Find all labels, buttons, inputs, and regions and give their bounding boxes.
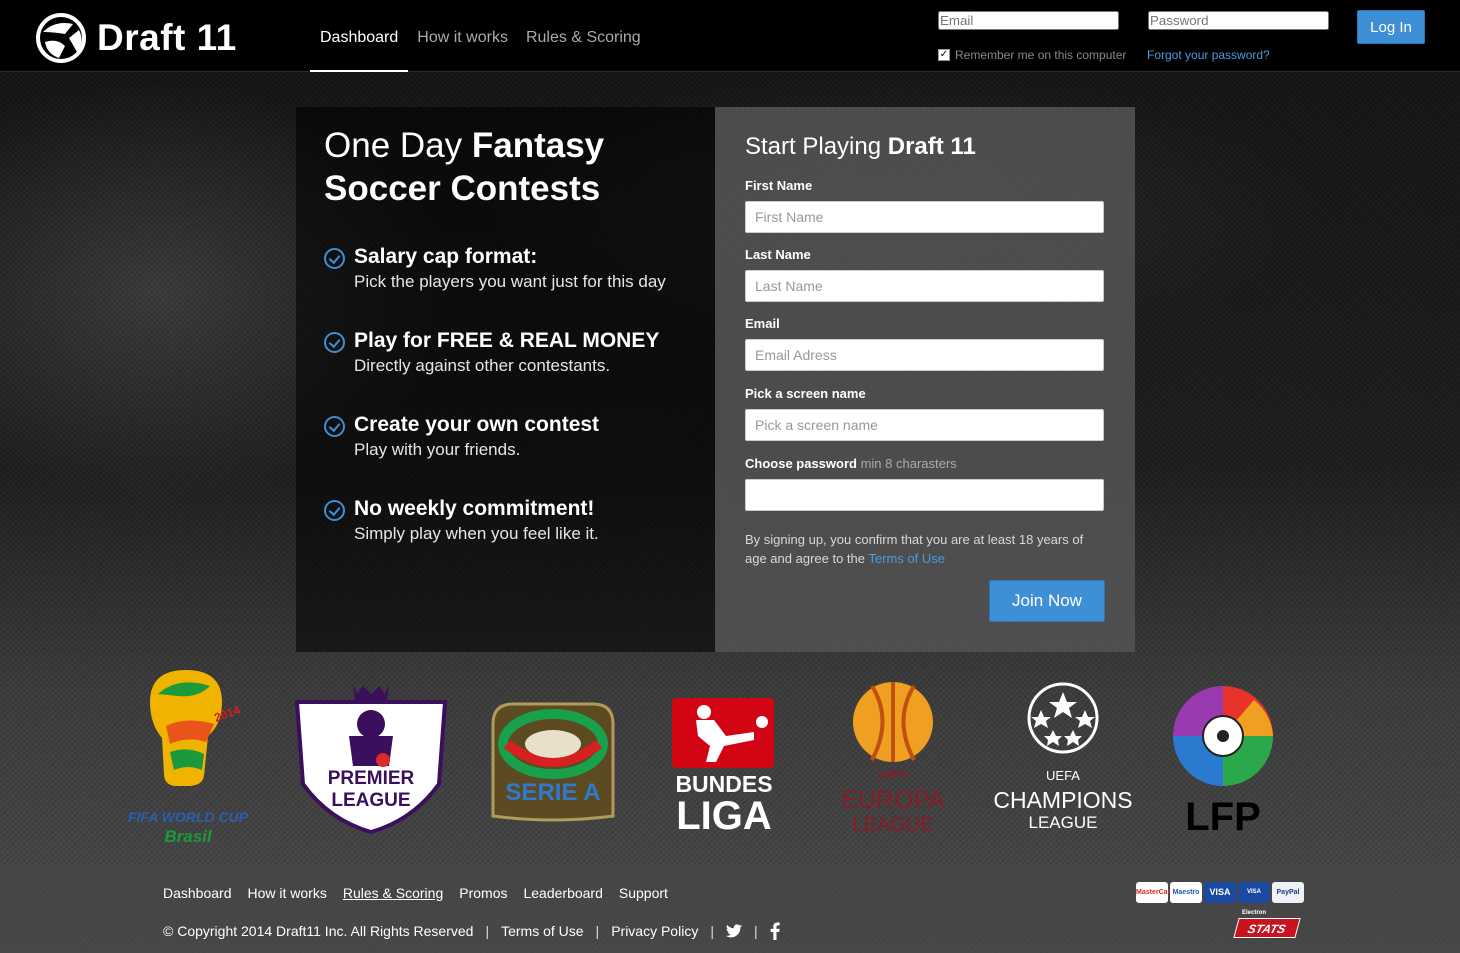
feature-title: Salary cap format: [354, 245, 538, 268]
nav-dashboard[interactable]: Dashboard [310, 0, 409, 72]
first-name-input[interactable] [745, 201, 1104, 233]
feature-desc: Play with your friends. [354, 440, 521, 459]
europa-league-logo[interactable]: UEFA EUROPA LEAGUE [834, 680, 952, 836]
check-circle-icon [324, 416, 345, 437]
headline-part-2: Fantasy [471, 126, 605, 165]
login-button[interactable]: Log In [1357, 10, 1425, 44]
separator: | [710, 923, 714, 939]
separator: | [485, 923, 490, 939]
feature-title: No weekly commitment! [354, 497, 595, 520]
feature-item: Create your own contest Play with your f… [324, 413, 599, 463]
soccer-ball-icon [36, 13, 86, 63]
stats-logo: STATS [1233, 918, 1301, 938]
cl-uefa: UEFA [1046, 768, 1080, 783]
feature-item: Salary cap format: Pick the players you … [324, 245, 666, 295]
password-label-text: Choose password [745, 456, 857, 471]
forgot-password-link[interactable]: Forgot your password? [1147, 48, 1270, 62]
serie-a-text: SERIE A [505, 779, 600, 806]
lfp-text: LFP [1185, 795, 1261, 836]
footer-copyright-row: © Copyright 2014 Draft11 Inc. All Rights… [163, 922, 780, 940]
top-header: Draft 11 Dashboard How it works Rules & … [0, 0, 1460, 72]
hero-headline: One Day Fantasy Soccer Contests [324, 124, 604, 210]
nav-how-it-works[interactable]: How it works [408, 0, 517, 72]
footer-privacy-link[interactable]: Privacy Policy [611, 923, 698, 939]
feature-desc: Directly against other contestants. [354, 356, 611, 375]
check-circle-icon [324, 332, 345, 353]
feature-desc: Pick the players you want just for this … [354, 272, 666, 291]
feature-item: No weekly commitment! Simply play when y… [324, 497, 599, 547]
footer-terms-link[interactable]: Terms of Use [501, 923, 583, 939]
wc-line-2: Brasil [164, 827, 213, 846]
headline-part-3: Soccer Contests [324, 169, 601, 208]
check-circle-icon [324, 500, 345, 521]
brand-logo[interactable]: Draft 11 [35, 12, 237, 64]
feature-title: Play for FREE & REAL MONEY [354, 329, 660, 352]
payment-methods: MasterCard Maestro VISA VISA Electron Pa… [1136, 882, 1304, 916]
serie-a-logo[interactable]: SERIE A [489, 700, 617, 824]
screen-name-label: Pick a screen name [745, 386, 866, 401]
el-line-1: EUROPA [841, 786, 945, 814]
remember-me[interactable]: ✓ Remember me on this computer [938, 48, 1126, 62]
maestro-icon: Maestro [1170, 882, 1202, 903]
paypal-icon: PayPal [1272, 882, 1304, 903]
footer-nav: Dashboard How it works Rules & Scoring P… [163, 885, 684, 901]
password-hint: min 8 charasters [860, 456, 957, 471]
feature-item: Play for FREE & REAL MONEY Directly agai… [324, 329, 659, 379]
footer-link-rules-scoring[interactable]: Rules & Scoring [343, 885, 443, 901]
mastercard-icon: MasterCard [1136, 882, 1175, 903]
signup-title: Start Playing Draft 11 [745, 133, 976, 161]
premier-league-logo[interactable]: PREMIER LEAGUE [293, 680, 449, 834]
wc-line-1: FIFA WORLD CUP [128, 809, 249, 825]
footer-link-dashboard[interactable]: Dashboard [163, 885, 232, 901]
password-input[interactable] [745, 479, 1104, 511]
cl-line-2: LEAGUE [1029, 813, 1098, 832]
password-label: Choose password min 8 charasters [745, 456, 957, 471]
visa-icon: VISA [1204, 882, 1236, 903]
signup-title-normal: Start Playing [745, 133, 882, 160]
world-cup-logo[interactable]: 2014 FIFA WORLD CUP Brasil [118, 666, 258, 848]
email-label: Email [745, 316, 780, 331]
pl-line-1: PREMIER [328, 768, 415, 789]
remember-checkbox[interactable]: ✓ [938, 49, 950, 61]
pl-line-2: LEAGUE [331, 790, 410, 811]
email-input[interactable] [745, 339, 1104, 371]
footer-link-promos[interactable]: Promos [459, 885, 507, 901]
headline-part-1: One Day [324, 126, 463, 165]
el-uefa: UEFA [878, 769, 907, 781]
main-nav: Dashboard How it works Rules & Scoring [310, 0, 650, 72]
first-name-label: First Name [745, 178, 813, 193]
separator: | [595, 923, 600, 939]
lfp-logo[interactable]: LFP [1164, 680, 1282, 836]
feature-title: Create your own contest [354, 413, 600, 436]
terms-link[interactable]: Terms of Use [868, 551, 945, 566]
last-name-label: Last Name [745, 247, 811, 262]
footer-link-leaderboard[interactable]: Leaderboard [523, 885, 602, 901]
bl-line-2: LIGA [676, 794, 772, 834]
twitter-icon[interactable] [725, 924, 742, 938]
remember-label: Remember me on this computer [955, 48, 1127, 62]
screen-name-input[interactable] [745, 409, 1104, 441]
visa-electron-icon: VISA Electron [1238, 882, 1270, 916]
nav-rules-scoring[interactable]: Rules & Scoring [517, 0, 650, 72]
el-line-2: LEAGUE [852, 814, 933, 836]
last-name-input[interactable] [745, 270, 1104, 302]
feature-desc: Simply play when you feel like it. [354, 524, 599, 543]
footer-link-how-it-works[interactable]: How it works [248, 885, 327, 901]
check-circle-icon [324, 248, 345, 269]
login-password-input[interactable] [1148, 11, 1329, 30]
cl-line-1: CHAMPIONS [993, 787, 1132, 813]
brand-name: Draft 11 [97, 17, 237, 58]
copyright-text: © Copyright 2014 Draft11 Inc. All Rights… [163, 923, 474, 939]
champions-league-logo[interactable]: UEFA CHAMPIONS LEAGUE [983, 680, 1143, 834]
join-now-button[interactable]: Join Now [989, 580, 1105, 622]
terms-notice: By signing up, you confirm that you are … [745, 530, 1105, 568]
signup-title-bold: Draft 11 [887, 133, 976, 160]
login-email-input[interactable] [938, 11, 1119, 30]
bundesliga-logo[interactable]: BUNDES LIGA [670, 696, 778, 834]
facebook-icon[interactable] [770, 922, 780, 940]
footer-link-support[interactable]: Support [619, 885, 668, 901]
separator: | [753, 923, 758, 939]
